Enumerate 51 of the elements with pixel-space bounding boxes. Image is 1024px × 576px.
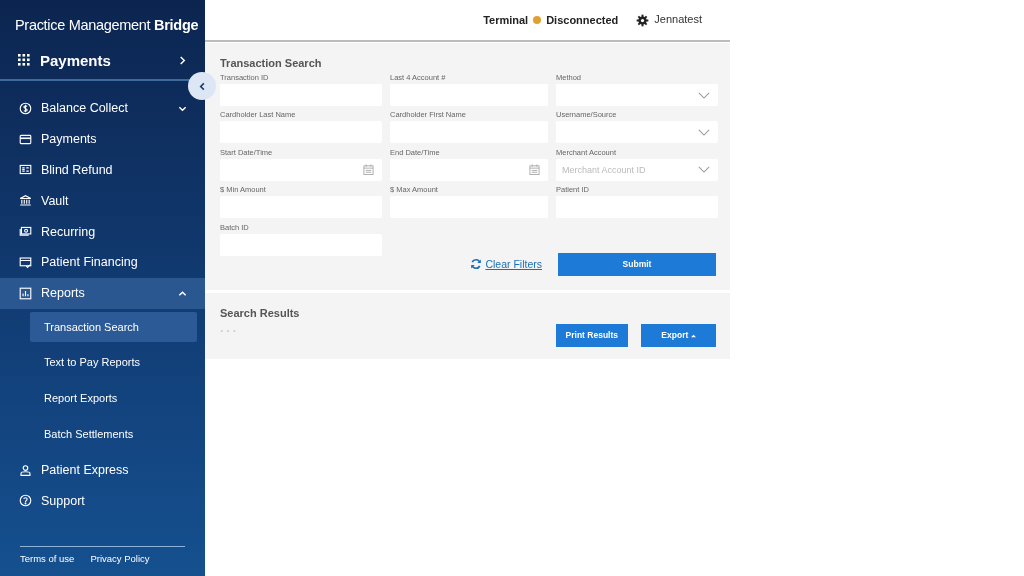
nav-item[interactable]: Support — [0, 485, 205, 517]
nav-item[interactable]: Patient Express — [0, 454, 205, 486]
chart-icon — [19, 286, 32, 300]
bank-icon — [19, 194, 32, 208]
refresh-icon — [470, 258, 483, 271]
dropdown-field[interactable] — [556, 121, 718, 144]
nav-subitem[interactable]: Report Exports — [30, 383, 197, 414]
caret-up-icon — [690, 334, 696, 339]
clear-filters-link[interactable]: Clear Filters — [470, 258, 542, 271]
collapse-button[interactable] — [188, 72, 216, 100]
terminal-label: Terminal — [483, 14, 529, 26]
dropdown-field[interactable] — [556, 84, 718, 106]
loading-dots-icon — [220, 329, 238, 334]
chevron-down-icon — [698, 166, 710, 174]
terminal-status: Disconnected — [546, 14, 619, 26]
nav-item[interactable]: Vault — [0, 185, 205, 217]
user-name[interactable]: Jennatest — [654, 12, 702, 25]
bill-icon — [19, 163, 32, 177]
chevron-down-icon — [698, 91, 710, 99]
chevron-left-icon — [197, 81, 207, 91]
grid-icon — [18, 54, 30, 66]
section-title: Search Results — [220, 306, 301, 319]
nav-item[interactable]: Patient Financing — [0, 247, 205, 278]
nav-item[interactable]: Balance Collect — [0, 93, 205, 124]
date-field[interactable] — [220, 158, 382, 181]
nav-subitem[interactable]: Transaction Search — [30, 311, 197, 342]
date-field[interactable] — [390, 158, 548, 181]
chevron-right-icon — [178, 55, 187, 65]
dollar-icon — [19, 101, 32, 115]
footer-link[interactable]: Terms of use — [20, 553, 75, 564]
person-icon — [19, 463, 32, 477]
settings-icon[interactable] — [636, 13, 650, 27]
nav-item[interactable]: Blind Refund — [0, 154, 205, 186]
status-dot — [533, 16, 542, 24]
nav-item[interactable]: Payments — [0, 123, 205, 155]
card-icon — [19, 132, 32, 146]
nav-item[interactable]: Reports — [0, 277, 205, 309]
export-button[interactable]: Export — [641, 323, 716, 347]
help-icon — [19, 494, 32, 508]
section-title: Transaction Search — [220, 57, 323, 69]
brand-logo: Practice Management Bridge — [14, 16, 200, 35]
print-results-button[interactable]: Print Results — [555, 323, 628, 347]
nav-subitem[interactable]: Batch Settlements — [30, 418, 197, 449]
chevron-down-icon — [698, 128, 710, 136]
submit-button[interactable]: Submit — [558, 252, 716, 276]
footer-link[interactable]: Privacy Policy — [90, 553, 150, 564]
cash-icon — [19, 225, 32, 239]
calendar-icon — [529, 164, 540, 176]
nav-item[interactable]: Recurring — [0, 216, 205, 247]
nav-subitem[interactable]: Text to Pay Reports — [30, 347, 197, 378]
calendar-icon — [363, 164, 374, 176]
